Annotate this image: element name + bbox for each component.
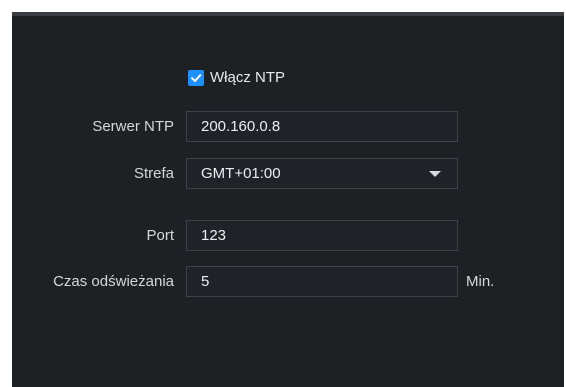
- refresh-interval-label: Czas odświeżania: [53, 273, 174, 290]
- port-input[interactable]: [186, 220, 458, 251]
- port-label: Port: [146, 227, 174, 244]
- server-label: Serwer NTP: [92, 118, 174, 135]
- refresh-unit-label: Min.: [466, 273, 495, 290]
- checkmark-icon: [191, 73, 202, 82]
- enable-ntp-toggle[interactable]: Włącz NTP: [188, 69, 285, 86]
- refresh-interval-input[interactable]: [186, 266, 458, 297]
- enable-ntp-checkbox[interactable]: [188, 69, 204, 86]
- time-zone-select[interactable]: GMT+01:00: [186, 158, 458, 189]
- ntp-server-input[interactable]: [186, 111, 458, 142]
- chevron-down-icon: [429, 170, 441, 177]
- time-zone-value: GMT+01:00: [201, 165, 281, 182]
- zone-label: Strefa: [133, 165, 174, 182]
- enable-ntp-label: Włącz NTP: [210, 69, 285, 86]
- ntp-settings-panel: Włącz NTP Serwer NTP Strefa GMT+01:00 Po…: [12, 12, 564, 387]
